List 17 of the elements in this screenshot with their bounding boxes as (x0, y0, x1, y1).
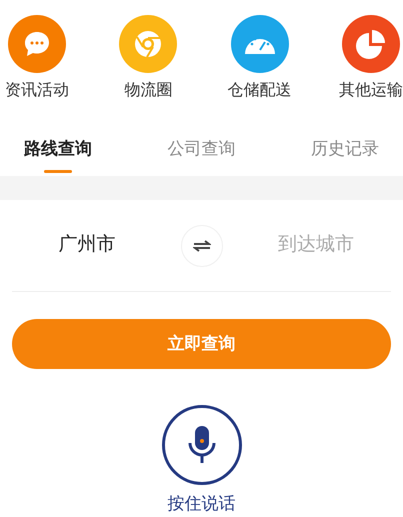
pie-chart-icon (354, 28, 387, 60)
destination-city-field[interactable]: 到达城市 (241, 231, 391, 260)
shortcut-label: 其他运输 (338, 80, 403, 101)
shortcut-label: 资讯活动 (5, 81, 69, 101)
voice-button[interactable] (162, 405, 242, 485)
shortcut-label: 仓储配送 (228, 81, 292, 101)
tab[interactable]: 公司查询 (168, 136, 236, 172)
tab[interactable]: 路线查询 (24, 136, 92, 172)
microphone-icon (188, 425, 216, 465)
swap-button[interactable] (180, 224, 222, 266)
chat-bubble-icon (22, 29, 52, 59)
departure-city-field[interactable]: 广州市 (12, 231, 162, 260)
shortcut-label: 物流圈 (124, 80, 172, 101)
search-button[interactable]: 立即查询 (12, 319, 391, 369)
tab[interactable]: 历史记录 (311, 136, 379, 172)
voice-label: 按住说话 (168, 493, 236, 515)
swap-arrows-icon (192, 240, 210, 252)
